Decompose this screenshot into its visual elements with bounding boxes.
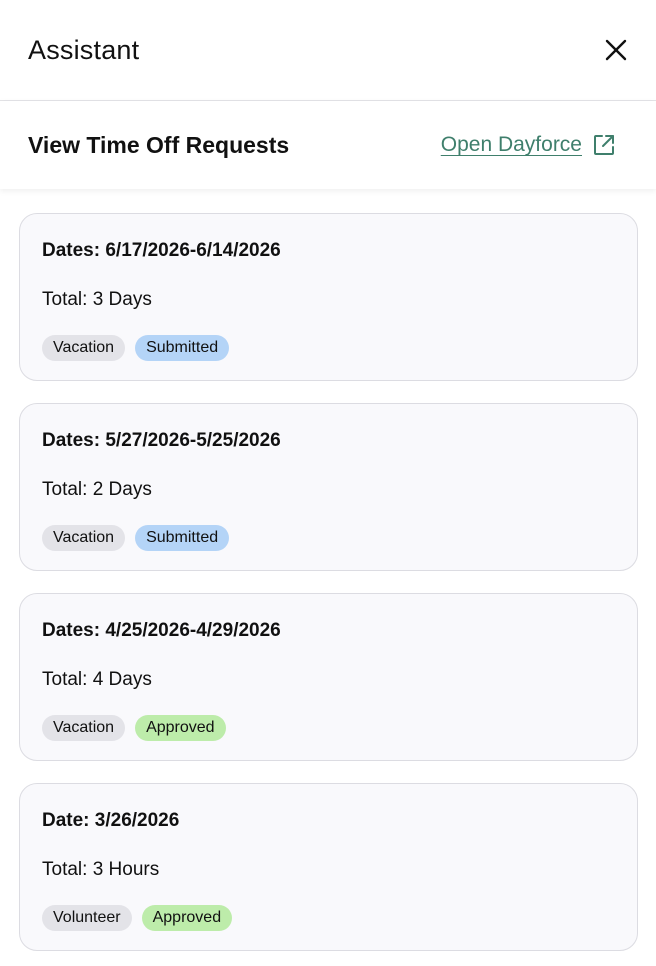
request-tags: Vacation Submitted — [42, 335, 615, 361]
request-card[interactable]: Dates: 5/27/2026-5/25/2026 Total: 2 Days… — [19, 403, 638, 571]
request-card[interactable]: Dates: 6/17/2026-6/14/2026 Total: 3 Days… — [19, 213, 638, 381]
assistant-title: Assistant — [28, 34, 140, 65]
close-icon — [605, 39, 627, 61]
open-dayforce-link[interactable]: Open Dayforce — [441, 133, 616, 157]
request-type-badge: Vacation — [42, 335, 126, 361]
request-dates: Dates: 5/27/2026-5/25/2026 — [42, 430, 281, 451]
request-card[interactable]: Date: 3/26/2026 Total: 3 Hours Volunteer… — [19, 783, 638, 951]
open-dayforce-label: Open Dayforce — [440, 133, 582, 156]
section-title: View Time Off Requests — [28, 131, 290, 158]
request-dates: Dates: 4/25/2026-4/29/2026 — [42, 620, 281, 641]
status-badge: Submitted — [135, 335, 230, 361]
request-type-badge: Volunteer — [42, 905, 132, 931]
request-total: Total: 2 Days — [42, 479, 152, 500]
request-dates: Date: 3/26/2026 — [42, 810, 180, 831]
request-list: Dates: 6/17/2026-6/14/2026 Total: 3 Days… — [0, 189, 656, 951]
status-badge: Submitted — [135, 525, 230, 551]
request-total: Total: 3 Hours — [42, 859, 160, 880]
request-type-badge: Vacation — [42, 525, 126, 551]
request-tags: Volunteer Approved — [42, 905, 615, 931]
external-link-icon — [594, 135, 614, 155]
section-header: View Time Off Requests Open Dayforce — [0, 101, 656, 189]
request-card[interactable]: Dates: 4/25/2026-4/29/2026 Total: 4 Days… — [19, 593, 638, 761]
request-dates: Dates: 6/17/2026-6/14/2026 — [42, 240, 281, 261]
assistant-header: Assistant — [0, 0, 656, 101]
close-button[interactable] — [601, 35, 631, 65]
request-type-badge: Vacation — [42, 715, 126, 741]
status-badge: Approved — [135, 715, 226, 741]
request-total: Total: 3 Days — [42, 289, 152, 310]
request-total: Total: 4 Days — [42, 669, 152, 690]
status-badge: Approved — [141, 905, 233, 931]
request-tags: Vacation Submitted — [42, 525, 615, 551]
request-tags: Vacation Approved — [42, 715, 615, 741]
